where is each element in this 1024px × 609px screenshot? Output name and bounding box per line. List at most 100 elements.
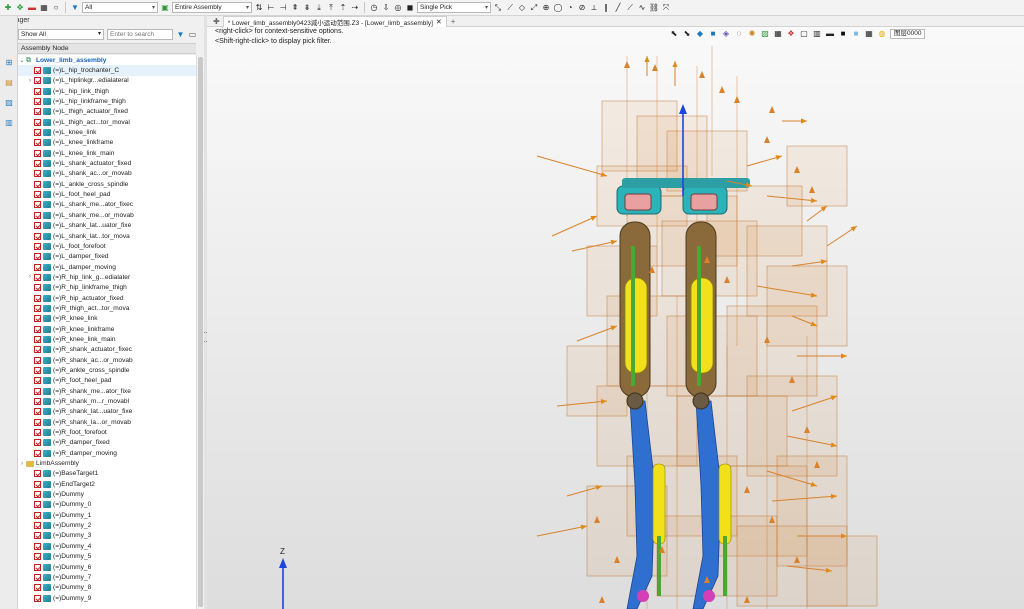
circle-icon[interactable]: ○ <box>51 3 61 13</box>
add-icon[interactable]: ✚ <box>3 3 13 13</box>
tree-part-node[interactable]: (=)L_foot_heel_pad <box>18 189 196 199</box>
tree-part-node[interactable]: (=)L_shank_lat...tor_mova <box>18 231 196 241</box>
tree-part-node[interactable]: (=)Dummy_8 <box>18 583 196 593</box>
tree-part-node[interactable]: (=)L_shank_actuator_fixed <box>18 158 196 168</box>
visibility-checkbox[interactable] <box>34 387 41 395</box>
pin-icon[interactable]: ⤓ <box>314 3 324 13</box>
tree-part-node[interactable]: (=)R_hip_actuator_fixed <box>18 293 196 303</box>
visibility-checkbox[interactable] <box>34 180 41 188</box>
visibility-checkbox[interactable] <box>34 160 41 168</box>
visibility-checkbox[interactable] <box>34 222 41 230</box>
tree-part-node[interactable]: (=)L_knee_link_main <box>18 148 196 158</box>
visibility-checkbox[interactable] <box>34 149 41 157</box>
visibility-checkbox[interactable] <box>34 232 41 240</box>
visibility-checkbox[interactable] <box>34 398 41 406</box>
tree-part-node[interactable]: (=)R_knee_link <box>18 314 196 324</box>
filter-icon[interactable]: ▼ <box>70 3 80 13</box>
view-orient-icon[interactable]: ⬉ <box>669 29 679 39</box>
expand-arrow-icon[interactable]: ⌄ <box>18 57 26 64</box>
scope-select[interactable]: Entire Assembly ▾ <box>172 2 252 13</box>
display-icon[interactable]: ✺ <box>747 29 757 39</box>
visibility-checkbox[interactable] <box>34 563 41 571</box>
shaded-icon[interactable]: ■ <box>708 29 718 39</box>
perpendicular-icon[interactable]: ⟂ <box>589 3 599 13</box>
visibility-checkbox[interactable] <box>34 304 41 312</box>
clock-icon[interactable]: ◷ <box>369 3 379 13</box>
tree-part-node[interactable]: (=)Dummy <box>18 489 196 499</box>
tree-part-node[interactable]: (=)R_damper_fixed <box>18 438 196 448</box>
tree-part-node[interactable]: (=)Dummy_7 <box>18 572 196 582</box>
tangent-icon[interactable]: ⊘ <box>577 3 587 13</box>
visibility-checkbox[interactable] <box>34 67 41 75</box>
visibility-checkbox[interactable] <box>34 191 41 199</box>
visibility-checkbox[interactable] <box>34 573 41 581</box>
tree-part-node[interactable]: (=)R_shank_actuator_fixec <box>18 345 196 355</box>
visibility-checkbox[interactable] <box>34 356 41 364</box>
panel-options-icon[interactable]: ▭ <box>188 30 197 39</box>
frame-icon[interactable]: ▢ <box>799 29 809 39</box>
tree-icon[interactable]: ⇢ <box>350 3 360 13</box>
view-cube-icon[interactable]: ◆ <box>695 29 705 39</box>
visibility-checkbox[interactable] <box>34 418 41 426</box>
tree-part-node[interactable]: (=)R_shank_lat...uator_fixe <box>18 407 196 417</box>
tree-part-node[interactable]: › (=)L_hiplinkgr...edialateral <box>18 76 196 86</box>
pick-filter-icon[interactable]: ⇅ <box>254 3 264 13</box>
tree-part-node[interactable]: (=)R_knee_linkframe <box>18 324 196 334</box>
visibility-checkbox[interactable] <box>34 315 41 323</box>
remove-icon[interactable]: ▬ <box>27 3 37 13</box>
grid-icon[interactable]: ▦ <box>39 3 49 13</box>
visibility-checkbox[interactable] <box>34 511 41 519</box>
close-icon[interactable]: ✕ <box>436 18 442 26</box>
visibility-checkbox[interactable] <box>34 335 41 343</box>
visibility-checkbox[interactable] <box>34 98 41 106</box>
face-icon[interactable]: ◇ <box>517 3 527 13</box>
expand-arrow-icon[interactable]: › <box>26 78 34 84</box>
assembly-icon[interactable]: ▣ <box>160 3 170 13</box>
manager-tab-icon[interactable]: ⊞ <box>3 56 15 68</box>
add-tab-icon[interactable]: + <box>451 17 456 26</box>
visibility-checkbox[interactable] <box>34 87 41 95</box>
visibility-checkbox[interactable] <box>34 470 41 478</box>
section-icon[interactable]: ◌ <box>734 29 744 39</box>
parallel-icon[interactable]: ∥ <box>601 3 611 13</box>
tree-part-node[interactable]: (=)R_thigh_act...tor_mova <box>18 303 196 313</box>
unpin-icon[interactable]: ⤒ <box>326 3 336 13</box>
library-tab-icon[interactable]: ▥ <box>3 116 15 128</box>
visibility-checkbox[interactable] <box>34 542 41 550</box>
tree-part-node[interactable]: (=)BaseTarget1 <box>18 469 196 479</box>
3d-viewport[interactable]: Z ✚ * Lower_limb_assembly0423減小运动范围.Z3 -… <box>207 16 1024 609</box>
tree-part-node[interactable]: (=)R_shank_la...or_movab <box>18 417 196 427</box>
tree-search-input[interactable] <box>107 29 173 40</box>
tree-part-node[interactable]: (=)L_knee_link <box>18 127 196 137</box>
tree-part-node[interactable]: (=)Dummy_1 <box>18 510 196 520</box>
stack-down-icon[interactable]: ⇟ <box>302 3 312 13</box>
edge-icon[interactable]: ⟋ <box>505 3 515 13</box>
visibility-checkbox[interactable] <box>34 77 41 85</box>
visibility-checkbox[interactable] <box>34 273 41 281</box>
tree-part-node[interactable]: (=)R_ankle_cross_spindle <box>18 365 196 375</box>
visibility-checkbox[interactable] <box>34 118 41 126</box>
chain-icon[interactable]: ⛓ <box>649 3 659 13</box>
zoom-icon[interactable]: ⬊ <box>682 29 692 39</box>
circle-snap-icon[interactable]: ◯ <box>553 3 563 13</box>
tree-part-node[interactable]: (=)R_foot_heel_pad <box>18 376 196 386</box>
tree-part-node[interactable]: (=)L_damper_moving <box>18 262 196 272</box>
visibility-checkbox[interactable] <box>34 491 41 499</box>
visibility-checkbox[interactable] <box>34 429 41 437</box>
visibility-checkbox[interactable] <box>34 584 41 592</box>
layer-select[interactable]: 图层0000 <box>890 28 926 39</box>
background-icon[interactable]: ■ <box>851 29 861 39</box>
target-icon[interactable]: ◎ <box>393 3 403 13</box>
line-style-icon[interactable]: ▬ <box>825 29 835 39</box>
image-icon[interactable]: ▨ <box>760 29 770 39</box>
image-tab-icon[interactable]: ▨ <box>3 96 15 108</box>
visibility-checkbox[interactable] <box>34 139 41 147</box>
expand-arrow-icon[interactable]: › <box>18 461 26 467</box>
tree-part-node[interactable]: (=)L_shank_me...ator_fixec <box>18 200 196 210</box>
visibility-checkbox[interactable] <box>34 211 41 219</box>
expand-arrow-icon[interactable]: › <box>26 274 34 280</box>
constraint-icon[interactable]: ❖ <box>786 29 796 39</box>
show-select[interactable]: Show All ▾ <box>18 29 104 40</box>
tree-part-node[interactable]: (=)Dummy_4 <box>18 541 196 551</box>
tree-part-node[interactable]: (=)EndTarget2 <box>18 479 196 489</box>
